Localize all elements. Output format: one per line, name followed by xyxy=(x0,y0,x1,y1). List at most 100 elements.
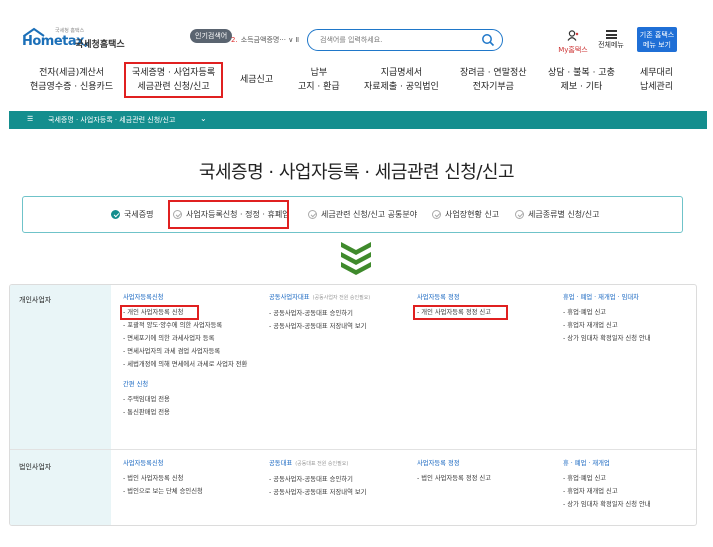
user-icon xyxy=(567,30,579,41)
search-input[interactable]: 검색어를 입력하세요. xyxy=(320,35,382,45)
section-header-note: (공동사업자 전원 승인필요) xyxy=(312,295,371,301)
hamburger-icon xyxy=(605,30,617,39)
nav-item-payment[interactable]: 납부 고지 · 환급 xyxy=(298,66,340,94)
site-header: 국세청 홈택스 Hometax, 국세청홈택스 인기검색어 2. 소득금액증명··… xyxy=(0,0,713,58)
logo-small-text: 국세청 홈택스 xyxy=(55,28,85,34)
personal-col-joint-rep: 공동사업자대표 (공동사업자 전원 승인필요) - 공동사업자-공동대표 승인하기… xyxy=(269,291,370,333)
double-chevron-down-icon xyxy=(341,242,371,275)
highlight-box-tab xyxy=(168,200,289,229)
main-nav: 전자(세금)계산서 현금영수증 · 신용카드 국세증명 · 사업자등록 세금관련… xyxy=(0,58,713,104)
nav-item-line1: 세금신고 xyxy=(240,75,274,85)
corporate-col-correction: 사업자등록 정정 - 법인 사업자등록 정정 신고 xyxy=(417,457,491,485)
nav-item-tax-agent[interactable]: 세무대리 납세관리 xyxy=(640,66,673,94)
nav-item-incentive[interactable]: 장려금 · 연말정산 전자기부금 xyxy=(460,66,527,94)
breadcrumb-current[interactable]: 국세증명 · 사업자등록 · 세금관련 신청/신고 xyxy=(48,115,175,125)
legacy-menu-line2: 메뉴 보기 xyxy=(643,41,671,49)
list-item[interactable]: - 휴업·폐업 신고 xyxy=(563,472,651,485)
nav-item-e-invoice[interactable]: 전자(세금)계산서 현금영수증 · 신용카드 xyxy=(30,66,113,94)
section-header: 간편 신청 xyxy=(123,381,149,388)
list-item[interactable]: - 법인 사업자등록 정정 신고 xyxy=(417,472,491,485)
search-icon[interactable] xyxy=(481,33,495,47)
search-box[interactable]: 검색어를 입력하세요. xyxy=(307,29,503,51)
section-header-note: (공동대표 전원 승인필요) xyxy=(295,461,349,467)
section-header: 휴 · 폐업 · 재개업 xyxy=(563,460,610,467)
row-divider xyxy=(10,449,696,450)
row-label: 개인사업자 xyxy=(19,296,52,304)
nav-item-certificates[interactable]: 국세증명 · 사업자등록 세금관련 신청/신고 xyxy=(124,62,224,98)
corporate-col-joint-rep: 공동대표 (공동대표 전원 승인필요) - 공동사업자-공동대표 승인하기 - 공… xyxy=(269,457,366,499)
row-label: 법인사업자 xyxy=(19,463,52,471)
section-header-text: 공동사업자대표 xyxy=(269,294,310,301)
nav-item-line2: 고지 · 환급 xyxy=(298,82,340,92)
legacy-menu-button[interactable]: 기존 홈택스 메뉴 보기 xyxy=(637,27,677,52)
chevron-down-icon[interactable]: ⌄ xyxy=(200,114,207,123)
popular-rank: 2. xyxy=(231,36,238,44)
all-menu-button[interactable]: 전체메뉴 xyxy=(596,30,626,50)
nav-item-line2: 자료제출 · 공익법인 xyxy=(364,82,439,92)
list-item[interactable]: - 법인 사업자등록 신청 xyxy=(123,472,203,485)
breadcrumb: ☰ 국세증명 · 사업자등록 · 세금관련 신청/신고 ⌄ xyxy=(9,111,707,129)
legacy-menu-line1: 기존 홈택스 xyxy=(639,31,675,39)
list-item[interactable]: - 공동사업자-공동대표 승인하기 xyxy=(269,307,370,320)
list-item[interactable]: - 상가 임대차 확정일자 신청 안내 xyxy=(563,332,651,345)
tab-label: 세금종류별 신청/신고 xyxy=(528,210,600,219)
section-header: 사업자등록신청 xyxy=(123,294,164,301)
section-header: 사업자등록 정정 xyxy=(417,460,460,467)
tab-by-tax-type[interactable]: 세금종류별 신청/신고 xyxy=(515,209,599,220)
list-item[interactable]: - 면세포기에 의한 과세사업자 등록 xyxy=(123,332,258,345)
section-header-text: 공동대표 xyxy=(269,460,293,467)
all-menu-label: 전체메뉴 xyxy=(598,41,624,49)
tab-common-requests[interactable]: 세금관련 신청/신고 공통분야 xyxy=(308,209,417,220)
highlight-box-personal-registration xyxy=(120,305,199,320)
list-item[interactable]: - 공동사업자-공동대표 저장내역 보기 xyxy=(269,320,370,333)
nav-item-line2: 세금관련 신청/신고 xyxy=(137,82,210,92)
check-circle-icon xyxy=(308,210,317,219)
list-item[interactable]: - 공동사업자-공동대표 승인하기 xyxy=(269,473,366,486)
list-item[interactable]: - 휴업·폐업 신고 xyxy=(563,306,651,319)
section-header: 사업자등록신청 xyxy=(123,460,164,467)
tab-label: 국세증명 xyxy=(124,210,154,219)
org-name: 국세청홈택스 xyxy=(75,40,125,50)
list-item[interactable]: - 세법개정에 의해 면세에서 과세로 사업자 전환 xyxy=(123,358,258,371)
menu-icon[interactable]: ☰ xyxy=(27,115,33,123)
highlight-box-personal-correction xyxy=(413,305,508,320)
list-item[interactable]: - 법인으로 보는 단체 승인신청 xyxy=(123,485,203,498)
list-item[interactable]: - 상가 임대차 확정일자 신청 안내 xyxy=(563,498,651,511)
check-circle-icon xyxy=(515,210,524,219)
section-header: 휴업 · 폐업 · 재개업 · 임대차 xyxy=(563,294,639,301)
nav-item-line2: 납세관리 xyxy=(640,82,674,92)
list-item[interactable]: - 공동사업자-공동대표 저장내역 보기 xyxy=(269,486,366,499)
popular-text: 소득금액증명··· xyxy=(240,36,287,44)
list-item[interactable]: - 포괄적 양도·양수에 의한 사업자등록 xyxy=(123,319,258,332)
list-item[interactable]: - 면세사업자의 과세 겸업 사업자등록 xyxy=(123,345,258,358)
list-item[interactable]: - 휴업자 재개업 신고 xyxy=(563,485,651,498)
check-circle-icon xyxy=(432,210,441,219)
corporate-col-closure: 휴 · 폐업 · 재개업 - 휴업·폐업 신고 - 휴업자 재개업 신고 - 상… xyxy=(563,457,651,511)
nav-item-consulting[interactable]: 상담 · 불복 · 고충 제보 · 기타 xyxy=(548,66,615,94)
personal-col-closure: 휴업 · 폐업 · 재개업 · 임대차 - 휴업·폐업 신고 - 휴업자 재개업… xyxy=(563,291,651,345)
nav-item-line2: 전자기부금 xyxy=(472,82,514,92)
section-header: 공동사업자대표 (공동사업자 전원 승인필요) xyxy=(269,291,370,305)
nav-item-line1: 국세증명 · 사업자등록 xyxy=(132,68,216,78)
nav-item-line1: 전자(세금)계산서 xyxy=(39,68,105,78)
list-item[interactable]: - 주택임대업 전용 xyxy=(123,393,258,406)
list-item[interactable]: - 통신판매업 전용 xyxy=(123,406,258,419)
popular-search-item[interactable]: 2. 소득금액증명··· ∨ Ⅱ xyxy=(231,35,299,45)
page-title: 국세증명 · 사업자등록 · 세금관련 신청/신고 xyxy=(198,162,515,183)
check-circle-icon xyxy=(111,210,120,219)
nav-item-line1: 지급명세서 xyxy=(380,68,423,78)
nav-item-line2: 현금영수증 · 신용카드 xyxy=(30,82,114,92)
tab-certificates[interactable]: 국세증명 xyxy=(111,209,153,220)
nav-item-line1: 납부 xyxy=(310,68,328,78)
popular-search-badge: 인기검색어 xyxy=(190,29,233,43)
nav-item-payment-statement[interactable]: 지급명세서 자료제출 · 공익법인 xyxy=(364,66,439,94)
nav-item-line1: 세무대리 xyxy=(640,68,674,78)
list-item[interactable]: - 휴업자 재개업 신고 xyxy=(563,319,651,332)
nav-item-tax-filing[interactable]: 세금신고 xyxy=(240,73,273,87)
nav-item-line1: 상담 · 불복 · 고충 xyxy=(548,68,615,78)
my-hometax-button[interactable]: My홈택스 xyxy=(558,30,588,55)
tab-business-status-report[interactable]: 사업장현황 신고 xyxy=(432,209,499,220)
corporate-col-registration: 사업자등록신청 - 법인 사업자등록 신청 - 법인으로 보는 단체 승인신청 xyxy=(123,457,203,498)
my-hometax-label: My홈택스 xyxy=(558,46,588,54)
nav-item-line1: 장려금 · 연말정산 xyxy=(460,68,527,78)
